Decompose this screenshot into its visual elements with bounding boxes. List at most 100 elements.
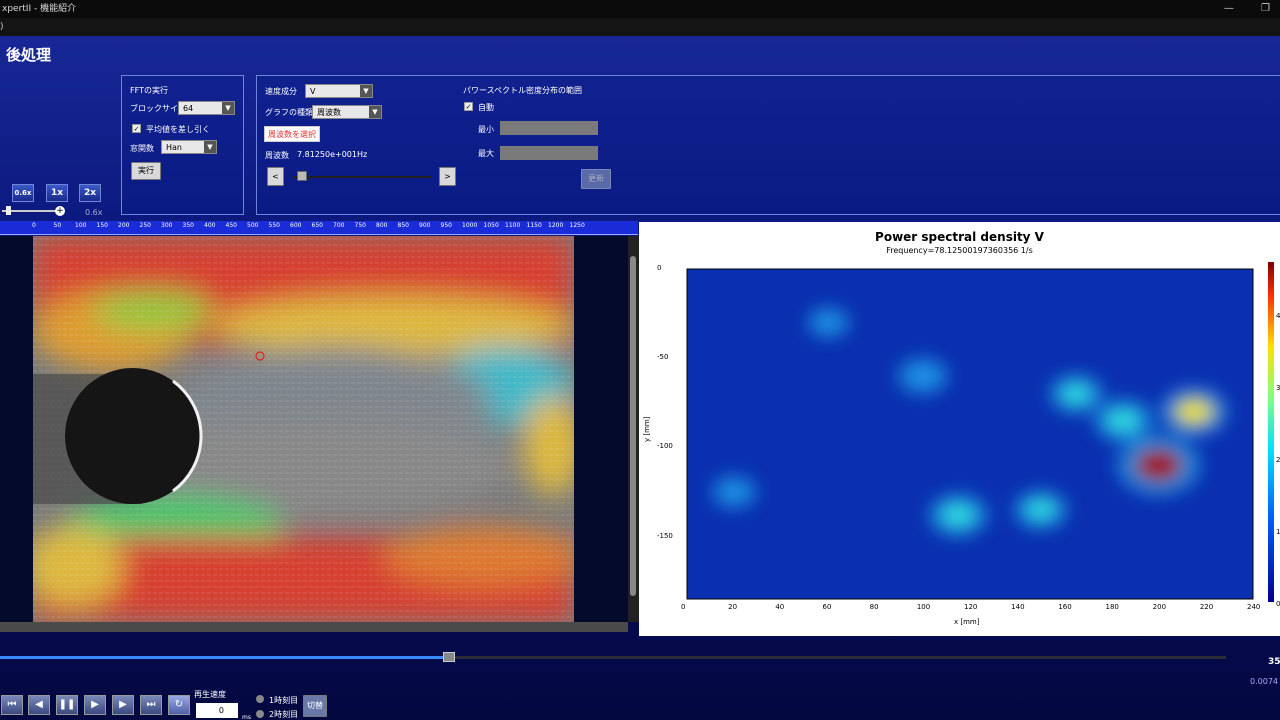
max-label: 最大 <box>478 149 494 158</box>
max-input[interactable] <box>500 146 598 160</box>
ruler-tick: 1100 <box>505 222 521 229</box>
menu-fragment[interactable]: ) <box>0 22 4 32</box>
x-tick-label: 160 <box>1058 603 1072 611</box>
zoom-level: 0.6x <box>85 208 103 217</box>
zoom-in-icon[interactable]: + <box>55 206 65 216</box>
min-label: 最小 <box>478 125 494 134</box>
skip-end-icon[interactable]: ⏭ <box>140 695 162 715</box>
time1-radio[interactable] <box>256 695 264 703</box>
pause-icon[interactable]: ❚❚ <box>56 695 78 715</box>
step-back-icon[interactable]: ◀ <box>28 695 50 715</box>
ruler-tick: 700 <box>333 222 345 229</box>
ruler-tick: 900 <box>419 222 431 229</box>
colorbar <box>1268 262 1274 602</box>
window-func-label: 窓関数 <box>130 144 154 153</box>
frequency-value: 7.81250e+001Hz <box>297 150 368 159</box>
restore-icon[interactable]: ❐ <box>1261 3 1270 14</box>
window-func-select[interactable]: Han ▼ <box>161 140 217 154</box>
ruler-tick: 550 <box>268 222 280 229</box>
graph-type-value: 周波数 <box>317 108 341 117</box>
frequency-label: 周波数 <box>265 151 289 160</box>
auto-range-checkbox[interactable]: ✓ <box>464 102 473 111</box>
time2-radio[interactable] <box>256 710 264 718</box>
viewer-vertical-scrollbar[interactable] <box>628 236 639 622</box>
ruler-tick: 1150 <box>526 222 542 229</box>
time2-label: 2時刻目 <box>269 710 299 719</box>
ruler-tick: 1250 <box>569 222 585 229</box>
ruler-tick: 650 <box>311 222 323 229</box>
graph-type-label: グラフの種類 <box>265 108 313 117</box>
ruler-tick: 400 <box>204 222 216 229</box>
x-tick-label: 60 <box>822 603 832 611</box>
ruler: 0 50 100 150 200 250 300 350 400 450 500 550 600 650 7… <box>0 221 638 235</box>
x-tick-label: 140 <box>1011 603 1025 611</box>
window-func-value: Han <box>166 143 182 152</box>
x-tick-label: 200 <box>1152 603 1167 611</box>
chevron-down-icon: ▼ <box>360 85 372 97</box>
plot-area <box>686 268 1254 600</box>
psd-chart: Power spectral density V Frequency=78.12… <box>639 222 1280 636</box>
window-controls: — ❐ <box>1200 0 1270 18</box>
ruler-tick: 500 <box>247 222 259 229</box>
vector-field-viewer[interactable] <box>0 236 628 622</box>
minimize-icon[interactable]: — <box>1224 3 1234 14</box>
chevron-down-icon: ▼ <box>204 141 216 153</box>
freq-next-button[interactable]: > <box>439 167 456 186</box>
ruler-tick: 1200 <box>548 222 564 229</box>
velocity-select[interactable]: V ▼ <box>305 84 373 98</box>
y-axis-label: y [mm] <box>643 416 651 442</box>
update-button[interactable]: 更新 <box>581 169 611 189</box>
ruler-tick: 850 <box>397 222 409 229</box>
graph-type-select[interactable]: 周波数 ▼ <box>312 105 382 119</box>
speed-input[interactable]: 0 <box>196 703 238 718</box>
zoom-06x-button[interactable]: 0.6x <box>12 184 34 202</box>
ruler-tick: 100 <box>75 222 87 229</box>
frequency-slider-thumb[interactable] <box>297 171 307 181</box>
heat-spot <box>1174 398 1214 425</box>
block-size-select[interactable]: 64 ▼ <box>178 101 235 115</box>
ruler-tick: 350 <box>182 222 194 229</box>
frequency-slider-track[interactable] <box>292 176 432 178</box>
ruler-tick: 600 <box>290 222 302 229</box>
heat-spot <box>1025 499 1056 521</box>
heat-spot <box>816 314 841 331</box>
fft-run-button[interactable]: 実行 <box>131 162 161 180</box>
x-tick-label: 100 <box>916 603 931 611</box>
loop-icon[interactable]: ↻ <box>168 695 190 715</box>
zoom-1x-button[interactable]: 1x <box>46 184 68 202</box>
step-forward-icon[interactable]: ▶ <box>84 695 106 715</box>
ruler-tick: 800 <box>376 222 388 229</box>
time-value: 0.0074 <box>1250 677 1278 686</box>
app-window: xpertII - 機能紹介 — ❐ ) 後処理 0.6x 1x 2x + 0.… <box>0 0 1280 720</box>
heat-spot <box>941 503 976 527</box>
zoom-slider-thumb[interactable] <box>6 206 11 215</box>
block-size-value: 64 <box>183 104 194 113</box>
x-tick-label: 220 <box>1199 603 1214 611</box>
x-axis-label: x [mm] <box>954 618 980 626</box>
ruler-tick: 150 <box>96 222 108 229</box>
window-title: xpertII - 機能紹介 <box>2 4 77 14</box>
colorbar-tick-label: 0 <box>1276 600 1280 608</box>
viewer-horizontal-scrollbar[interactable] <box>0 622 628 632</box>
ruler-tick: 1000 <box>462 222 478 229</box>
fft-header: FFTの実行 <box>130 86 168 95</box>
play-icon[interactable]: ▶ <box>112 695 134 715</box>
zoom-2x-button[interactable]: 2x <box>79 184 101 202</box>
heat-spot <box>1134 448 1183 482</box>
subtract-mean-checkbox[interactable]: ✓ <box>132 124 141 133</box>
ruler-tick: 750 <box>354 222 366 229</box>
x-tick-label: 40 <box>775 603 785 611</box>
select-frequency-button[interactable]: 周波数を選択 <box>264 126 320 142</box>
timeline-seekbar[interactable] <box>0 652 1226 662</box>
timeline-thumb[interactable] <box>442 652 455 662</box>
heat-spot <box>1060 383 1092 405</box>
switch-button[interactable]: 切替 <box>303 695 327 717</box>
min-input[interactable] <box>500 121 598 135</box>
freq-prev-button[interactable]: < <box>267 167 284 186</box>
scroll-thumb[interactable] <box>630 256 636 596</box>
x-tick-label: 0 <box>681 603 686 611</box>
chevron-down-icon: ▼ <box>222 102 234 114</box>
skip-start-icon[interactable]: ⏮ <box>1 695 23 715</box>
timeline-progress <box>0 656 449 659</box>
x-tick-label: 80 <box>869 603 879 611</box>
